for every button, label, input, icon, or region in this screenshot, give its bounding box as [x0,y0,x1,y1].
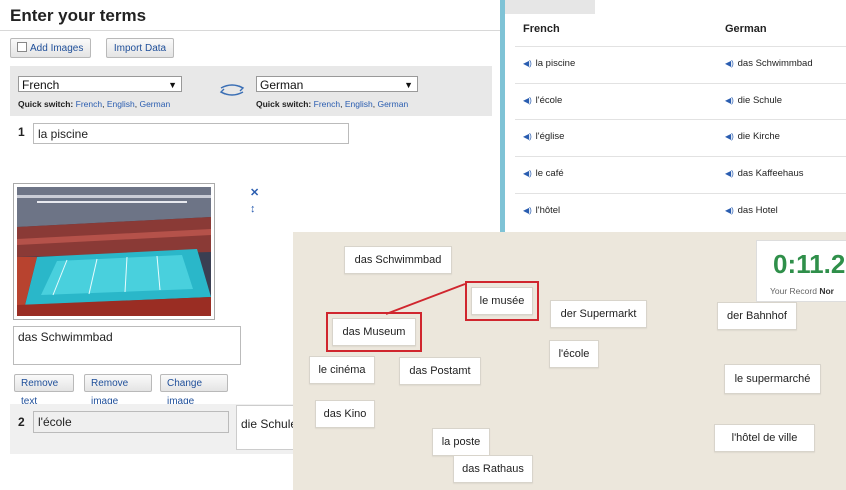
quick-switch-english[interactable]: English [345,99,373,109]
row-number: 2 [18,415,25,429]
term-text: l'école [535,95,563,106]
term-cell: ◀) l'église [523,131,564,142]
match-card[interactable]: das Schwimmbad [344,246,452,274]
table-row: ◀) l'église ◀) die Kirche [515,119,846,156]
definition-cell: ◀) das Kaffeehaus [725,168,804,179]
term-language-value: French [22,78,60,92]
term-language-select[interactable]: French ▼ [18,76,182,92]
table-row: ◀) l'école ◀) die Schule [515,83,846,120]
change-image-button[interactable]: Change image [160,374,228,407]
term-cell: ◀) la piscine [523,58,575,69]
speaker-icon[interactable]: ◀) [725,132,735,141]
definition-text: die Schule [737,95,783,106]
match-card[interactable]: le cinéma [309,356,375,384]
timer-panel: 0:11.2 Your Record Nor [756,240,846,302]
quick-switch-english[interactable]: English [107,99,135,109]
swap-languages-icon[interactable] [218,84,246,96]
quick-switch-right: Quick switch: French, English, German [256,99,409,109]
definition-text: das Kaffeehaus [737,168,804,179]
speaker-icon[interactable]: ◀) [523,59,533,68]
speaker-icon[interactable]: ◀) [725,206,735,215]
reorder-icon[interactable]: ↕ [250,203,256,215]
definition-language-select[interactable]: German ▼ [256,76,418,92]
match-card[interactable]: das Postamt [399,357,481,385]
row-number: 1 [18,125,25,139]
title-divider [0,30,500,31]
quick-switch-german[interactable]: German [139,99,170,109]
quick-switch-german[interactable]: German [377,99,408,109]
term-cell: ◀) l'hôtel [523,205,560,216]
close-icon[interactable]: ✕ [250,186,259,199]
table-row: ◀) la piscine ◀) das Schwimmbad [515,46,846,83]
word-list-panel: French German ◀) la piscine ◀) das Schwi… [505,0,846,232]
remove-text-button[interactable]: Remove text [14,374,74,407]
term-input[interactable]: l'école [33,411,229,433]
import-data-button[interactable]: Import Data [106,38,174,58]
match-game-panel: 0:11.2 Your Record Nor das Schwimmbad le… [293,232,846,490]
speaker-icon[interactable]: ◀) [725,169,735,178]
add-images-button[interactable]: Add Images [10,38,91,58]
speaker-icon[interactable]: ◀) [725,59,735,68]
checkbox-icon[interactable] [17,42,27,52]
match-card[interactable]: der Supermarkt [550,300,647,328]
column-header-german: German [725,23,767,35]
term-image [13,183,215,320]
swimming-pool-image [17,187,211,316]
speaker-icon[interactable]: ◀) [523,132,533,141]
term-text: le café [535,168,564,179]
definition-cell: ◀) das Hotel [725,205,778,216]
term-input[interactable]: la piscine [33,123,349,144]
definition-cell: ◀) das Schwimmbad [725,58,813,69]
definition-cell: ◀) die Kirche [725,131,780,142]
remove-image-button[interactable]: Remove image [84,374,152,407]
term-cell: ◀) le café [523,168,564,179]
match-card-selected[interactable]: das Museum [326,312,422,352]
timer-value: 0:11.2 [773,249,846,279]
language-bar: French ▼ German ▼ Quick switch: French, … [10,66,492,116]
speaker-icon[interactable]: ◀) [523,96,533,105]
term-text: l'église [535,131,565,142]
definition-text: die Kirche [737,131,780,142]
quick-switch-label: Quick switch: [256,99,312,109]
quick-switch-french[interactable]: French [314,99,340,109]
quick-switch-label: Quick switch: [18,99,74,109]
dropdown-arrow-icon: ▼ [168,80,177,90]
definition-cell: ◀) die Schule [725,95,782,106]
add-images-label: Add Images [30,43,84,54]
match-card[interactable]: das Rathaus [453,455,533,483]
term-text: l'hôtel [535,205,561,216]
term-cell: ◀) l'école [523,95,562,106]
page-title: Enter your terms [10,6,147,25]
tab-strip [505,0,595,14]
match-card[interactable]: l'école [549,340,599,368]
definition-input[interactable]: das Schwimmbad [13,326,241,365]
speaker-icon[interactable]: ◀) [523,206,533,215]
definition-text: das Schwimmbad [737,58,813,69]
match-card-selected[interactable]: le musée [465,281,539,321]
definition-text: das Hotel [737,205,778,216]
dropdown-arrow-icon: ▼ [404,80,413,90]
record-label: Your Record Nor [770,286,834,296]
speaker-icon[interactable]: ◀) [725,96,735,105]
quick-switch-french[interactable]: French [76,99,102,109]
match-card[interactable]: l'hôtel de ville [714,424,815,452]
column-header-french: French [523,23,560,35]
definition-language-value: German [260,78,304,92]
table-row: ◀) le café ◀) das Kaffeehaus [515,156,846,193]
match-card[interactable]: das Kino [315,400,375,428]
record-label-text: Your Record [770,286,817,296]
term-text: la piscine [535,58,576,69]
quick-switch-left: Quick switch: French, English, German [18,99,171,109]
match-card[interactable]: le supermarché [724,364,821,394]
speaker-icon[interactable]: ◀) [523,169,533,178]
table-row: ◀) l'hôtel ◀) das Hotel [515,193,846,230]
record-value: Nor [819,286,834,296]
match-card[interactable]: der Bahnhof [717,302,797,330]
match-card[interactable]: la poste [432,428,490,456]
